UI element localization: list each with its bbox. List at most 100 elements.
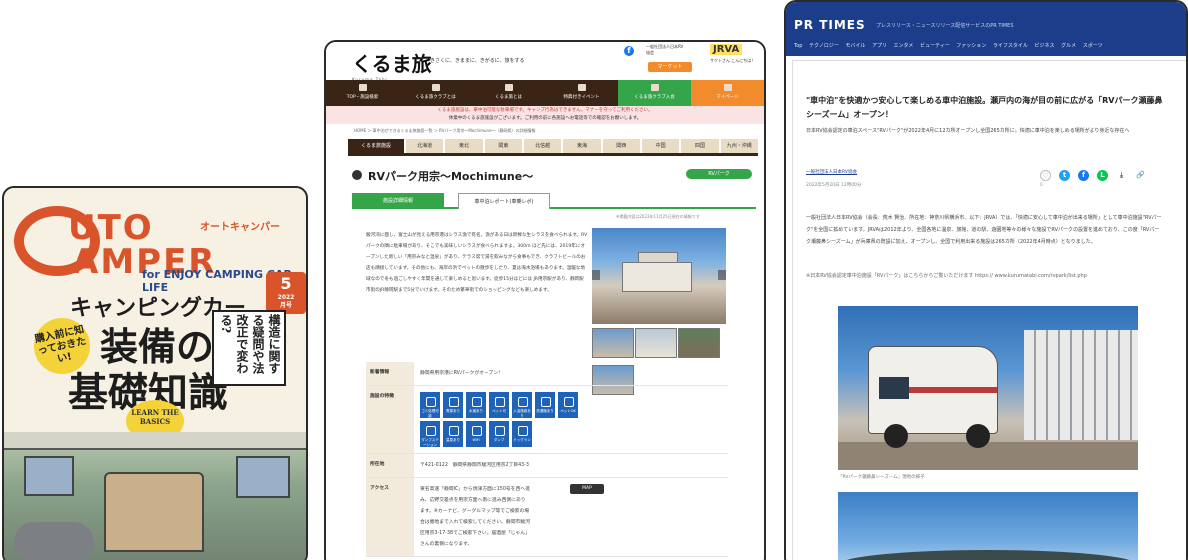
- article-date: 2022年5月20日 12時00分: [806, 183, 862, 188]
- facility-description: 駿河湾に面し、富士山が見える用宗港はシラス漁で有名。漁がある日は新鮮な生シラスを…: [366, 233, 588, 293]
- kurumatabi-logo[interactable]: くるま旅 Kuruma Tabi: [352, 48, 432, 82]
- region-tabs: くるま旅施設 北海道 東北 関東 北信越 東海 関西 中国 四国 九州・沖縄: [348, 139, 758, 153]
- breadcrumb[interactable]: HOME ＞ 車中泊ができるくるま旅施設一覧 ＞ RVパーク用宗〜Mochimu…: [354, 128, 536, 134]
- feature-icons: ゴミ処理可能 電源あり 水道あり ペット可 入浴施設あり 洗濯機あり ペットOK ダンプステー…: [414, 386, 728, 453]
- article-photo-sea[interactable]: [838, 492, 1138, 560]
- region-tab[interactable]: 北信越: [523, 139, 562, 153]
- share-icons: ♡ t f L ⤓ 🔗: [1040, 170, 1146, 181]
- article-organization[interactable]: 一般社団法人日本RV協会: [806, 169, 857, 175]
- article-title: "車中泊"を快適かつ安心して楽しめる車中泊施設。瀬戸内の海が目の前に広がる「RV…: [806, 96, 1163, 119]
- article-link[interactable]: ※日本RV協会認定車中泊施設「RVパーク」はこちらからご覧いただけます http…: [806, 270, 1164, 282]
- nav-events[interactable]: 特典付きイベント: [545, 80, 618, 106]
- nav-item[interactable]: Top: [794, 43, 802, 49]
- kurumatabi-window: くるま旅 Kuruma Tabi きさくに、きままに、きがるに、旅をする f 一…: [324, 40, 766, 560]
- nav-mypage[interactable]: マイページ: [691, 80, 764, 106]
- photo-caption: 「RVパーク瀬藤鼻シーズーム」現地の様子: [838, 475, 925, 480]
- access-text: 東名高速「静岡IC」から焼津方面に150号を西へ進み、広野交差点を用宗方面へ南に…: [420, 487, 530, 547]
- nav-item[interactable]: アプリ: [872, 43, 887, 49]
- nav-item[interactable]: グルメ: [1061, 43, 1076, 49]
- prtimes-nav: Top テクノロジー モバイル アプリ エンタメ ビューティー ファッション ラ…: [794, 42, 1108, 49]
- article-photo-rv[interactable]: [838, 306, 1138, 470]
- nav-top-search[interactable]: TOP・施設検索: [326, 80, 399, 106]
- nav-item[interactable]: ビジネス: [1035, 43, 1055, 49]
- table-row: 施設の特徴 ゴミ処理可能 電源あり 水道あり ペット可 入浴施設あり 洗濯機あり ペットOK…: [366, 386, 728, 454]
- heart-icon[interactable]: ♡: [1040, 170, 1051, 181]
- association-name[interactable]: 一般社団法人日本RV協会: [646, 44, 684, 56]
- feature-icon: 入浴施設あり: [512, 392, 532, 418]
- line-icon[interactable]: L: [1097, 170, 1108, 181]
- region-tab[interactable]: 東北: [445, 139, 483, 153]
- magazine-vertical-copy: 構造に関する疑問や法改正で変わる?: [212, 310, 286, 386]
- region-tab[interactable]: 北海道: [406, 139, 444, 153]
- nav-item[interactable]: ライフスタイル: [993, 43, 1028, 49]
- nav-item[interactable]: エンタメ: [894, 43, 914, 49]
- region-tab[interactable]: 東海: [563, 139, 601, 153]
- region-tab[interactable]: 中国: [641, 139, 680, 153]
- pin-icon: [352, 170, 362, 180]
- region-tab[interactable]: 関東: [484, 139, 522, 153]
- link-icon[interactable]: 🔗: [1135, 170, 1146, 181]
- twitter-icon[interactable]: t: [1059, 170, 1070, 181]
- article-body: 一般社団法人日本RV協会（会長：荒木 賢治、所在地：神奈川県横浜市、以下：JRV…: [806, 215, 1162, 245]
- magazine-cover: UTO AMPER オートキャンパー for ENJOY CAMPING CAR…: [2, 186, 308, 560]
- row-value: 静岡県用宗港にRVパークがオープン！: [420, 371, 503, 376]
- feature-icon: 洗濯機あり: [535, 392, 555, 418]
- download-icon[interactable]: ⤓: [1116, 170, 1127, 181]
- nav-item[interactable]: ビューティー: [920, 43, 950, 49]
- feature-icon: ドッグラン: [512, 421, 532, 447]
- market-button[interactable]: マーケット: [648, 62, 692, 72]
- region-tab[interactable]: 九州・沖縄: [720, 139, 758, 153]
- facility-info-table: 新着情報 静岡県用宗港にRVパークがオープン！ 施設の特徴 ゴミ処理可能 電源あり…: [366, 362, 728, 557]
- table-row: アクセス 東名高速「静岡IC」から焼津方面に150号を西へ進み、広野交差点を用宗…: [366, 478, 728, 557]
- chevron-right-icon[interactable]: [718, 270, 726, 280]
- search-icon: [358, 84, 367, 91]
- map-button[interactable]: MAP: [570, 484, 604, 494]
- thumbnail[interactable]: [592, 328, 634, 358]
- nav-item[interactable]: テクノロジー: [809, 43, 839, 49]
- chevron-left-icon[interactable]: [592, 270, 600, 280]
- prtimes-logo[interactable]: PR TIMES: [794, 18, 866, 32]
- thumbnail[interactable]: [678, 328, 720, 358]
- jrva-subtext: サクトさん こんにちは！: [710, 58, 756, 63]
- row-key: 施設の特徴: [366, 386, 414, 453]
- feature-icon: ペットOK: [558, 392, 578, 418]
- row-value: 東名高速「静岡IC」から焼津方面に150号を西へ進み、広野交差点を用宗方面へ南に…: [414, 478, 728, 556]
- prtimes-tagline: プレスリリース・ニュースリリース配信サービスのPR TIMES: [876, 23, 1014, 29]
- jrva-logo[interactable]: JRVA: [710, 44, 743, 55]
- region-tab[interactable]: 四国: [681, 139, 719, 153]
- feature-icon: 水道あり: [466, 392, 486, 418]
- rv-park-button[interactable]: RVパーク: [686, 169, 752, 179]
- row-value: 〒421-0122 静岡県静岡市駿河区用宗2丁目43-3: [420, 463, 529, 468]
- issue-month: 5: [280, 274, 292, 293]
- feature-icon: ゴミ処理可能: [420, 392, 440, 418]
- facebook-icon[interactable]: f: [624, 46, 634, 56]
- nav-club-about[interactable]: くるま旅クラブとは: [399, 80, 472, 106]
- tab-detail[interactable]: 施設詳細情報: [352, 193, 444, 209]
- feature-icon: 温泉あり: [443, 421, 463, 447]
- nav-join[interactable]: くるま旅クラブ入会: [618, 80, 691, 106]
- nav-item[interactable]: モバイル: [845, 43, 865, 49]
- like-count: 0: [1040, 182, 1043, 187]
- magazine-illustration: [4, 432, 306, 560]
- thumbnail[interactable]: [635, 328, 677, 358]
- kurumatabi-header: くるま旅 Kuruma Tabi きさくに、きままに、きがるに、旅をする f 一…: [326, 42, 764, 82]
- kurumatabi-tagline: きさくに、きままに、きがるに、旅をする: [430, 58, 525, 64]
- table-row: 所在地 〒421-0122 静岡県静岡市駿河区用宗2丁目43-3: [366, 454, 728, 478]
- nav-about[interactable]: くるま旅とは: [472, 80, 545, 106]
- nav-item[interactable]: ファッション: [956, 43, 986, 49]
- info-note: ※掲載内容は2023年11月25日現在の情報です: [616, 214, 700, 219]
- logo-kana: オートキャンパー: [200, 222, 280, 233]
- nav-item[interactable]: スポーツ: [1083, 43, 1103, 49]
- region-tab[interactable]: くるま旅施設: [348, 139, 404, 153]
- tab-report[interactable]: 車中泊レポート(車乗レポ): [458, 193, 550, 209]
- chat-icon: [431, 84, 440, 91]
- facility-title-row: RVパーク用宗〜Mochimune〜 RVパーク: [352, 168, 752, 184]
- facility-photo[interactable]: [592, 228, 726, 324]
- region-tab[interactable]: 関西: [602, 139, 640, 153]
- page-title: RVパーク用宗〜Mochimune〜: [368, 170, 534, 183]
- collage: UTO AMPER オートキャンパー for ENJOY CAMPING CAR…: [0, 0, 1188, 560]
- issue-suffix: 月号: [279, 302, 292, 309]
- alert-line2: 休業中のくるま旅施設がございます。ご利用の前に各施設へお電話等での確認をお願いし…: [448, 116, 642, 121]
- facebook-icon[interactable]: f: [1078, 170, 1089, 181]
- feature-icon: ダンプステーション: [420, 421, 440, 447]
